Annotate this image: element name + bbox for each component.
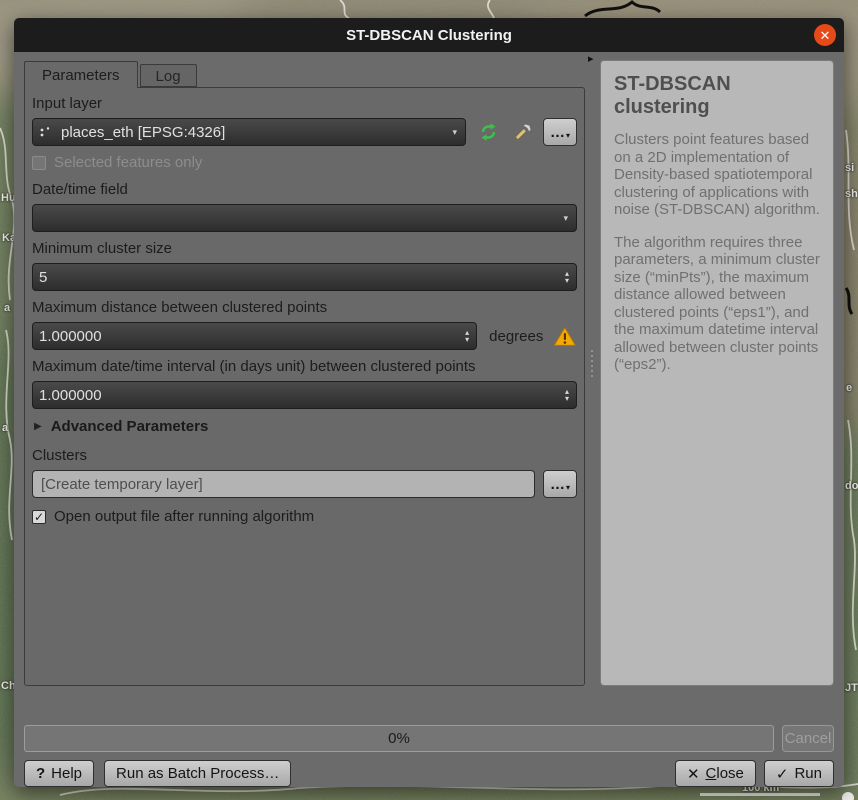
min-cluster-size-value: 5 xyxy=(39,269,47,286)
panel-splitter[interactable]: ▸ xyxy=(585,60,600,686)
map-label: e xyxy=(846,382,852,394)
max-distance-spinbox[interactable]: 1.000000 ▴▾ xyxy=(32,322,477,350)
map-label: a xyxy=(4,302,10,314)
collapse-panel-icon[interactable]: ▸ xyxy=(588,54,594,65)
max-distance-value: 1.000000 xyxy=(39,328,102,345)
clusters-placeholder: [Create temporary layer] xyxy=(41,476,203,493)
input-layer-combobox[interactable]: places_eth [EPSG:4326] ▾ xyxy=(32,118,466,146)
chevron-down-icon: ▾ xyxy=(563,213,570,224)
chevron-down-icon: ▾ xyxy=(566,483,570,492)
help-paragraph: The algorithm requires three parameters,… xyxy=(614,234,820,374)
input-layer-browse-button[interactable]: … ▾ xyxy=(543,118,577,146)
close-icon: ✕ xyxy=(687,765,700,783)
advanced-parameters-expander[interactable]: ▶ Advanced Parameters xyxy=(34,418,577,435)
input-layer-value: places_eth [EPSG:4326] xyxy=(61,124,225,141)
map-label: si xyxy=(845,162,854,174)
input-layer-label: Input layer xyxy=(32,95,577,112)
advanced-options-wrench-icon[interactable] xyxy=(511,120,535,144)
iterate-layer-icon[interactable] xyxy=(478,122,499,142)
map-label: do xyxy=(845,480,858,492)
checkmark-icon: ✓ xyxy=(776,765,789,783)
map-label: JT xyxy=(845,682,858,694)
spinner-arrows-icon[interactable]: ▴▾ xyxy=(565,270,570,284)
progress-bar: 0% xyxy=(24,725,774,752)
clusters-label: Clusters xyxy=(32,447,577,464)
selected-features-label: Selected features only xyxy=(54,154,202,171)
help-title: ST-DBSCAN clustering xyxy=(614,73,820,119)
chevron-down-icon: ▾ xyxy=(452,127,459,138)
datetime-field-combobox[interactable]: ▾ xyxy=(32,204,577,232)
open-output-label: Open output file after running algorithm xyxy=(54,508,314,525)
ellipsis-icon: … xyxy=(550,124,565,141)
ellipsis-icon: … xyxy=(550,476,565,493)
max-distance-label: Maximum distance between clustered point… xyxy=(32,299,577,316)
help-panel: ST-DBSCAN clustering Clusters point feat… xyxy=(600,60,834,686)
help-icon: ? xyxy=(36,765,45,782)
selected-features-checkbox[interactable] xyxy=(32,156,46,170)
point-layer-icon xyxy=(39,125,54,139)
map-label: sh xyxy=(845,188,858,200)
title-bar[interactable]: ST-DBSCAN Clustering ✕ xyxy=(14,18,844,52)
dialog-content: Parameters Log Input layer places_eth [E… xyxy=(14,52,844,694)
cancel-button: Cancel xyxy=(782,725,834,752)
help-button[interactable]: ? Help xyxy=(24,760,94,787)
window-title: ST-DBSCAN Clustering xyxy=(346,27,512,44)
open-output-checkbox[interactable]: ✓ xyxy=(32,510,46,524)
tab-log[interactable]: Log xyxy=(140,64,197,87)
warning-icon xyxy=(553,326,577,347)
window-close-button[interactable]: ✕ xyxy=(814,24,836,46)
splitter-handle[interactable] xyxy=(591,350,593,377)
close-button[interactable]: ✕ Close xyxy=(675,760,756,787)
max-interval-value: 1.000000 xyxy=(39,387,102,404)
max-interval-label: Maximum date/time interval (in days unit… xyxy=(32,358,577,375)
parameters-panel: Input layer places_eth [EPSG:4326] ▾ xyxy=(24,87,585,686)
close-icon: ✕ xyxy=(820,29,831,42)
chevron-down-icon: ▾ xyxy=(566,131,570,140)
clusters-browse-button[interactable]: … ▾ xyxy=(543,470,577,498)
max-interval-spinbox[interactable]: 1.000000 ▴▾ xyxy=(32,381,577,409)
advanced-parameters-label: Advanced Parameters xyxy=(51,418,209,435)
help-paragraph: Clusters point features based on a 2D im… xyxy=(614,131,820,219)
datetime-field-label: Date/time field xyxy=(32,181,577,198)
run-as-batch-button[interactable]: Run as Batch Process… xyxy=(104,760,291,787)
progress-value: 0% xyxy=(388,730,410,747)
st-dbscan-dialog: ST-DBSCAN Clustering ✕ Parameters Log In… xyxy=(14,18,844,787)
checkmark-icon: ✓ xyxy=(34,511,44,523)
map-label: a xyxy=(2,422,8,434)
max-distance-unit: degrees xyxy=(489,328,543,345)
min-cluster-size-label: Minimum cluster size xyxy=(32,240,577,257)
tab-parameters[interactable]: Parameters xyxy=(24,61,138,88)
spinner-arrows-icon[interactable]: ▴▾ xyxy=(465,329,470,343)
min-cluster-size-spinbox[interactable]: 5 ▴▾ xyxy=(32,263,577,291)
tab-bar: Parameters Log xyxy=(24,60,585,87)
spinner-arrows-icon[interactable]: ▴▾ xyxy=(565,388,570,402)
clusters-output-field[interactable]: [Create temporary layer] xyxy=(32,470,535,498)
expander-arrow-icon: ▶ xyxy=(34,421,42,432)
run-button[interactable]: ✓ Run xyxy=(764,760,834,787)
